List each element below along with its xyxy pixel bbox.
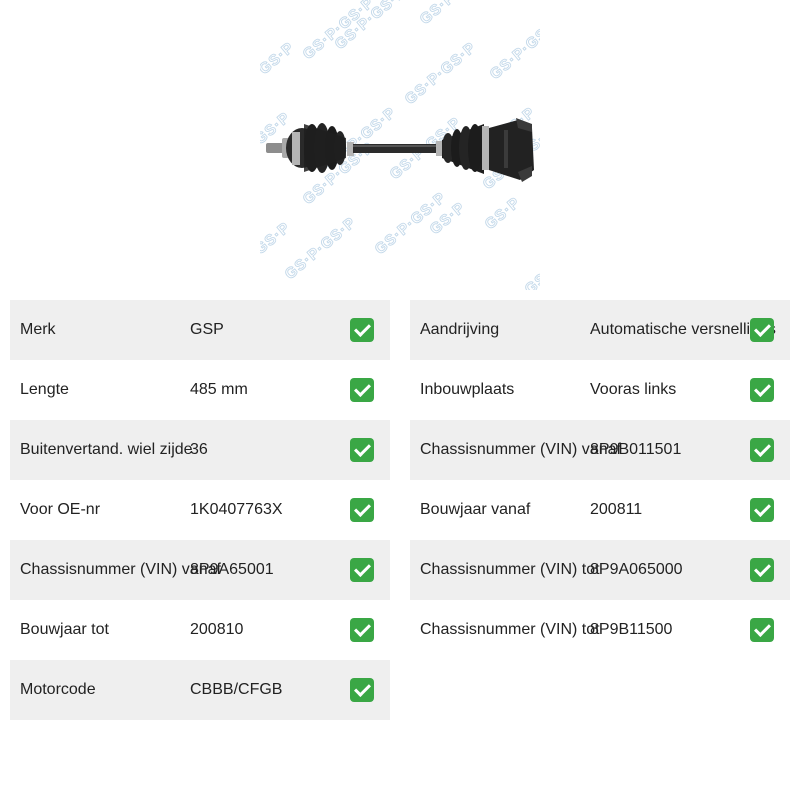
- check-mark-icon: [750, 438, 774, 462]
- spec-value: 485 mm: [190, 381, 248, 398]
- spec-row-merk: Merk GSP: [10, 300, 390, 360]
- spec-row-vin-tot: Chassisnummer (VIN) tot 8P9A065000: [410, 540, 790, 600]
- spec-value: CBBB/CFGB: [190, 681, 283, 698]
- check-mark-icon: [350, 678, 374, 702]
- svg-text:GS·P: GS·P: [522, 259, 540, 290]
- outer-cv-clamp: [292, 132, 300, 165]
- spec-label: Buitenvertand. wiel zijde: [20, 441, 193, 458]
- check-mark-icon: [750, 318, 774, 342]
- housing-edge: [504, 130, 508, 168]
- spec-row-vin-vanaf: Chassisnummer (VIN) vanaf 8P9B011501: [410, 420, 790, 480]
- check-mark-icon: [750, 498, 774, 522]
- spec-table-right: Aandrijving Automatische versnellings In…: [410, 300, 790, 660]
- drive-shaft-illustration: GS·P GS·P·GS·P GS·P·GS·P GS·P GS·P·GS·P …: [260, 0, 540, 290]
- spec-label: Voor OE-nr: [20, 501, 101, 518]
- spec-value: Automatische versnellings: [590, 321, 776, 338]
- svg-text:GS·P: GS·P: [260, 219, 294, 258]
- spec-value: 200810: [190, 621, 244, 638]
- check-mark-icon: [350, 498, 374, 522]
- check-mark-icon: [350, 618, 374, 642]
- svg-text:GS·P·GS·P: GS·P·GS·P: [487, 14, 540, 83]
- spec-label: Lengte: [20, 381, 69, 398]
- spec-value: Vooras links: [590, 381, 677, 398]
- right-boot-ring: [468, 124, 482, 172]
- shaft-highlight: [353, 145, 443, 147]
- spec-row-aandrijving: Aandrijving Automatische versnellings: [410, 300, 790, 360]
- spec-label: Inbouwplaats: [420, 381, 515, 398]
- svg-text:GS·P: GS·P: [260, 39, 298, 78]
- spec-value: 36: [190, 441, 208, 458]
- check-mark-icon: [750, 618, 774, 642]
- check-mark-icon: [750, 378, 774, 402]
- spec-value: 8P9B011501: [590, 441, 682, 458]
- drive-shaft-image: GS·P GS·P·GS·P GS·P·GS·P GS·P GS·P·GS·P …: [260, 0, 540, 290]
- spec-label: Aandrijving: [420, 321, 500, 338]
- spec-value: 200811: [590, 501, 643, 518]
- spec-label: Chassisnummer (VIN) tot: [420, 561, 600, 578]
- spec-value: GSP: [190, 321, 224, 338]
- spec-row-lengte: Lengte 485 mm: [10, 360, 390, 420]
- spec-label: Chassisnummer (VIN) tot: [420, 621, 600, 638]
- spec-label: Merk: [20, 321, 56, 338]
- right-boot-clamp: [436, 141, 443, 156]
- svg-text:GS·P·GS·P: GS·P·GS·P: [402, 39, 480, 108]
- check-mark-icon: [350, 438, 374, 462]
- check-mark-icon: [350, 318, 374, 342]
- check-mark-icon: [750, 558, 774, 582]
- spec-row-bouwjaar-tot: Bouwjaar tot 200810: [10, 600, 390, 660]
- svg-text:GS·P: GS·P: [482, 194, 524, 233]
- spec-row-bouwjaar-vanaf: Bouwjaar vanaf 200811: [410, 480, 790, 540]
- svg-text:GS·P·GS·P: GS·P·GS·P: [282, 214, 360, 283]
- spec-value: 8P9A65001: [190, 561, 274, 578]
- check-mark-icon: [350, 558, 374, 582]
- svg-text:GS·P: GS·P: [417, 0, 459, 28]
- spec-table-left: Merk GSP Lengte 485 mm Buitenvertand. wi…: [10, 300, 390, 720]
- product-page: GS·P GS·P·GS·P GS·P·GS·P GS·P GS·P·GS·P …: [0, 0, 800, 800]
- spec-value: 8P9A065000: [590, 561, 683, 578]
- spec-value: 1K0407763X: [190, 501, 283, 518]
- spec-row-vin-tot: Chassisnummer (VIN) tot 8P9B11500: [410, 600, 790, 660]
- right-boot-large-clamp: [482, 126, 489, 170]
- spec-row-motorcode: Motorcode CBBB/CFGB: [10, 660, 390, 720]
- spec-row-oe-nr: Voor OE-nr 1K0407763X: [10, 480, 390, 540]
- left-boot-clamp: [347, 142, 354, 156]
- spec-row-vin-vanaf: Chassisnummer (VIN) vanaf 8P9A65001: [10, 540, 390, 600]
- spec-value: 8P9B11500: [590, 621, 673, 638]
- spec-label: Bouwjaar tot: [20, 621, 109, 638]
- spec-row-buitenvertanding: Buitenvertand. wiel zijde 36: [10, 420, 390, 480]
- spec-row-inbouwplaats: Inbouwplaats Vooras links: [410, 360, 790, 420]
- check-mark-icon: [350, 378, 374, 402]
- spec-label: Bouwjaar vanaf: [420, 501, 531, 518]
- spec-label: Motorcode: [20, 681, 96, 698]
